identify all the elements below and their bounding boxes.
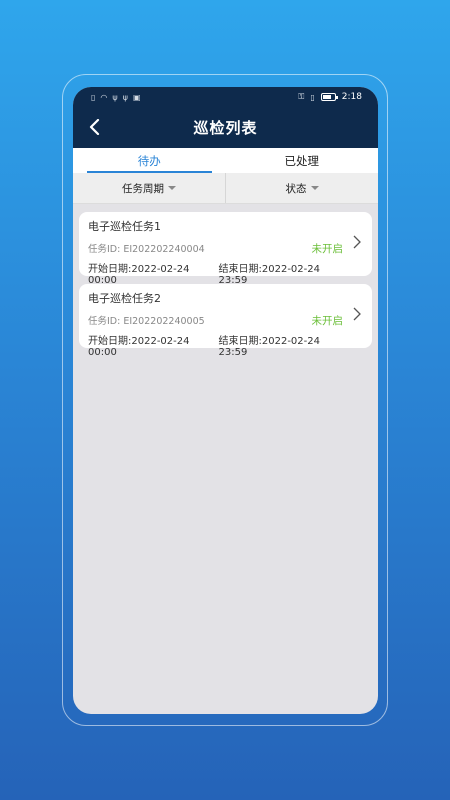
filter-label: 任务周期: [122, 182, 164, 195]
task-start-date: 开始日期:2022-02-24 00:00: [88, 264, 190, 286]
vibrate-icon: ▯: [310, 92, 315, 102]
page-title: 巡检列表: [193, 119, 258, 137]
status-bar: ▯ ◠ ψ ψ ▣ ⚿ ▯ 2:18: [73, 87, 378, 107]
task-end-date: 结束日期:2022-02-24 23:59: [218, 336, 320, 358]
wifi-icon: ◠: [100, 92, 108, 102]
phone-screen: ▯ ◠ ψ ψ ▣ ⚿ ▯ 2:18 巡检列表 待办 已处理 任务周期 状态 电…: [73, 87, 378, 714]
sim-card-icon: ▣: [132, 92, 141, 102]
task-card[interactable]: 电子巡检任务2 任务ID: EI202202240005 未开启 开始日期:20…: [79, 284, 372, 358]
filter-status[interactable]: 状态: [225, 173, 378, 203]
caret-down-icon: [310, 186, 319, 190]
header-bar: 巡检列表: [73, 107, 378, 148]
chevron-right-icon: [353, 307, 361, 321]
task-card[interactable]: 电子巡检任务1 任务ID: EI202202240004 未开启 开始日期:20…: [79, 212, 372, 286]
battery-icon: [320, 93, 338, 101]
task-end-date: 结束日期:2022-02-24 23:59: [218, 264, 320, 286]
tab-processed[interactable]: 已处理: [226, 148, 379, 173]
task-name: 电子巡检任务1: [88, 220, 161, 233]
status-left-icons: ▯ ◠ ψ ψ ▣: [91, 93, 141, 102]
task-status: 未开启: [311, 242, 344, 255]
task-id: 任务ID: EI202202240005: [88, 316, 205, 327]
task-status: 未开启: [311, 314, 344, 327]
task-list: 电子巡检任务1 任务ID: EI202202240004 未开启 开始日期:20…: [73, 212, 378, 358]
filter-bar: 任务周期 状态: [73, 173, 378, 204]
tab-bar: 待办 已处理: [73, 148, 378, 173]
filter-label: 状态: [285, 182, 307, 195]
usb-icon: ψ: [112, 92, 118, 102]
caret-down-icon: [168, 186, 176, 190]
sim-icon: ▯: [91, 92, 96, 102]
key-icon: ⚿: [298, 92, 305, 101]
task-name: 电子巡检任务2: [88, 292, 161, 305]
status-time: 2:18: [341, 92, 362, 102]
task-id: 任务ID: EI202202240004: [88, 244, 205, 255]
usb-icon: ψ: [122, 92, 128, 102]
task-start-date: 开始日期:2022-02-24 00:00: [88, 336, 190, 358]
status-right-icons: ⚿ ▯ 2:18: [298, 92, 362, 102]
filter-task-period[interactable]: 任务周期: [73, 173, 225, 203]
back-button[interactable]: [85, 117, 105, 137]
chevron-right-icon: [353, 235, 361, 249]
tab-todo[interactable]: 待办: [73, 148, 226, 173]
chevron-left-icon: [89, 119, 100, 135]
